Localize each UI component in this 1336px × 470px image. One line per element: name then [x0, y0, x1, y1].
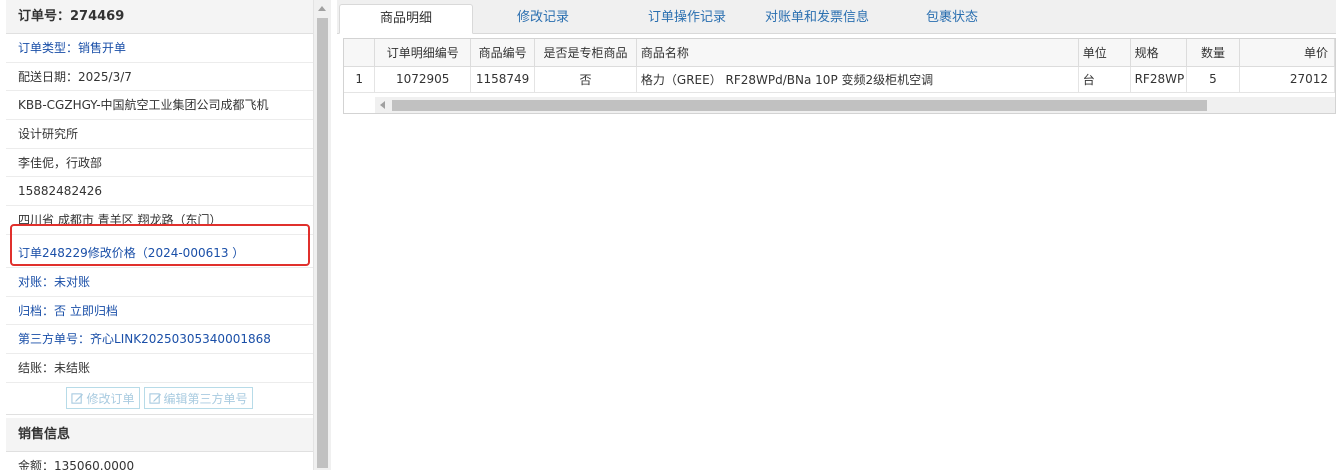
col-header-product-name[interactable]: 商品名称: [636, 39, 1079, 67]
col-header-unit[interactable]: 单位: [1078, 39, 1131, 67]
col-header-qty[interactable]: 数量: [1186, 39, 1241, 67]
tab-product-details[interactable]: 商品明细: [339, 4, 473, 34]
edit-third-party-button[interactable]: 编辑第三方单号: [143, 387, 253, 410]
settlement-row: 结账：未结账: [6, 354, 313, 383]
tab-package-status[interactable]: 包裹状态: [902, 4, 1002, 34]
reconciliation-row: 对账：未对账: [6, 268, 313, 297]
order-number-title: 订单号：274469: [6, 0, 313, 34]
address-row: 四川省 成都市 青羊区 翔龙路（东门）: [6, 206, 313, 235]
third-party-label: 第三方单号：: [18, 332, 91, 347]
table-scroll-thumb[interactable]: [392, 100, 1207, 111]
detail-tabs: 商品明细 修改记录 订单操作记录 对账单和发票信息 包裹状态: [337, 0, 1336, 34]
order-type-label: 订单类型：: [18, 41, 79, 55]
phone-row: 15882482426: [6, 177, 313, 207]
archive-label: 归档：: [18, 303, 55, 318]
contact-row: 李佳伲，行政部: [6, 149, 313, 178]
cell-price: 27012: [1239, 66, 1335, 93]
col-header-price[interactable]: 单价: [1239, 39, 1335, 67]
customer-name-line1: KBB-CGZHGY-中国航空工业集团公司成都飞机: [6, 91, 313, 121]
col-header-detail-no[interactable]: 订单明细编号: [374, 39, 472, 67]
edit-icon: [71, 392, 84, 404]
tab-statement-invoice[interactable]: 对账单和发票信息: [747, 4, 887, 34]
delivery-date-row: 配送日期：2025/3/7: [6, 63, 313, 92]
scroll-up-arrow-icon[interactable]: [318, 6, 326, 11]
archive-now-link[interactable]: 立即归档: [70, 304, 118, 318]
left-panel-scrollbar[interactable]: [314, 0, 331, 470]
edit-icon: [148, 392, 161, 404]
col-header-spec[interactable]: 规格: [1130, 39, 1187, 67]
cell-unit: 台: [1078, 66, 1131, 93]
cell-qty: 5: [1186, 66, 1241, 93]
table-row[interactable]: 1 1072905 1158749 否 格力（GREE） RF28WPd/BNa…: [344, 66, 1335, 93]
product-grid: 订单明细编号 商品编号 是否是专柜商品 商品名称 单位 规格 数量 单价 1 1…: [343, 38, 1336, 114]
scroll-thumb[interactable]: [317, 18, 328, 468]
table-header-row: 订单明细编号 商品编号 是否是专柜商品 商品名称 单位 规格 数量 单价: [344, 39, 1335, 67]
order-type-row: 订单类型：销售开单: [6, 34, 313, 63]
cell-spec: RF28WP: [1130, 66, 1187, 93]
edit-third-party-label: 编辑第三方单号: [163, 391, 248, 406]
archive-value: 否: [54, 303, 67, 318]
col-header-index: [344, 39, 376, 67]
scroll-left-arrow-icon[interactable]: [380, 101, 385, 109]
order-detail-content: 商品明细 修改记录 订单操作记录 对账单和发票信息 包裹状态 订单明细编号 商品…: [337, 0, 1336, 470]
edit-order-label: 修改订单: [86, 391, 135, 406]
archive-row: 归档：否 立即归档: [6, 297, 313, 326]
edit-order-button[interactable]: 修改订单: [66, 387, 140, 410]
third-party-value: 齐心LINK20250305340001868: [90, 332, 271, 347]
order-info-panel: 订单号：274469 订单类型：销售开单 配送日期：2025/3/7 KBB-C…: [6, 0, 314, 470]
cell-counter: 否: [534, 66, 637, 93]
tab-change-log[interactable]: 修改记录: [483, 4, 603, 34]
product-table: 订单明细编号 商品编号 是否是专柜商品 商品名称 单位 规格 数量 单价 1 1…: [344, 39, 1335, 93]
cell-product-name-link[interactable]: 格力（GREE） RF28WPd/BNa 10P 变频2级柜机空调: [636, 66, 1079, 93]
col-header-counter[interactable]: 是否是专柜商品: [534, 39, 637, 67]
order-type-value: 销售开单: [78, 41, 127, 55]
order-detail-page: 订单号：274469 订单类型：销售开单 配送日期：2025/3/7 KBB-C…: [0, 0, 1336, 470]
table-horizontal-scrollbar[interactable]: [375, 97, 1335, 113]
cell-detail-no: 1072905: [374, 66, 472, 93]
third-party-row: 第三方单号：齐心LINK20250305340001868: [6, 325, 313, 354]
sales-info-title: 销售信息: [6, 417, 313, 452]
col-header-product-no[interactable]: 商品编号: [470, 39, 536, 67]
amount-row: 金额：135060.0000: [6, 452, 313, 470]
cell-product-no-link[interactable]: 1158749: [470, 66, 536, 93]
action-buttons: 修改订单 编辑第三方单号: [6, 383, 313, 415]
cell-index: 1: [344, 66, 376, 93]
customer-name-line2: 设计研究所: [6, 120, 313, 149]
tab-order-operations[interactable]: 订单操作记录: [617, 4, 757, 34]
price-change-link[interactable]: 订单248229修改价格（2024-000613 ）: [6, 235, 313, 268]
